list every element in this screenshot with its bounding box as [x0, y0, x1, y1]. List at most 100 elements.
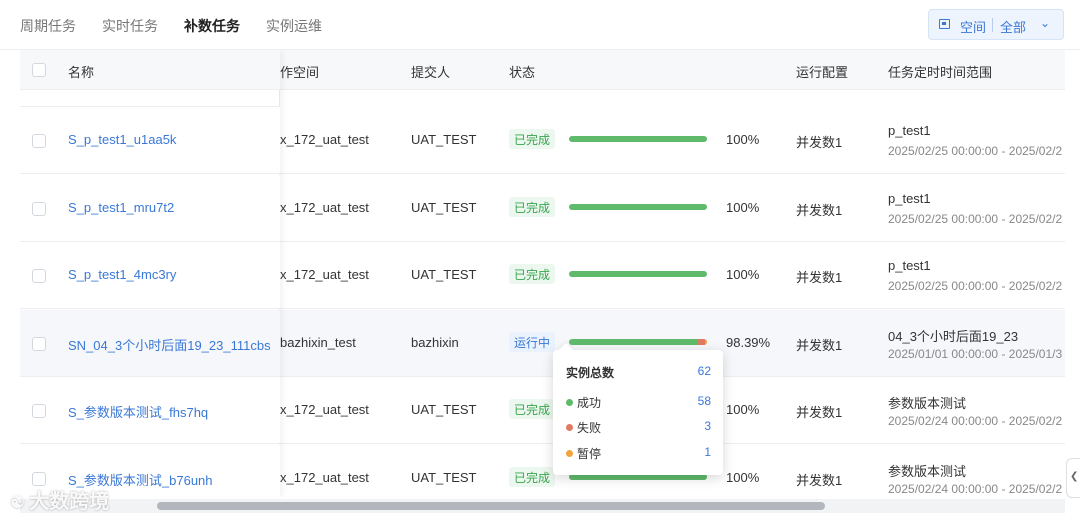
tooltip-paused-label: 暂停: [577, 447, 602, 461]
col-status: 状态: [509, 65, 536, 80]
side-collapse-handle[interactable]: ❮: [1066, 458, 1080, 498]
tooltip-failed-row: 失败 3: [566, 419, 711, 436]
chevron-left-icon: ❮: [1070, 471, 1079, 482]
paused-dot-icon: [566, 450, 573, 457]
top-tab-bar: 周期任务 实时任务 补数任务 实例运维 空间 全部 ⌄: [0, 0, 1080, 50]
progress-bar[interactable]: [569, 339, 707, 345]
col-submitter: 提交人: [411, 65, 451, 80]
row-run-config: 并发数1: [796, 473, 843, 488]
row-workspace: x_172_uat_test: [280, 267, 369, 282]
progress-fill: [569, 271, 707, 277]
status-badge: 已完成: [509, 197, 556, 217]
row-checkbox[interactable]: [32, 472, 46, 486]
col-schedule-range: 任务定时时间范围: [888, 65, 993, 80]
tooltip-total-row: 实例总数 62: [566, 364, 711, 381]
tooltip-total-value[interactable]: 62: [698, 364, 711, 378]
watermark-text: 大数跨境: [29, 491, 110, 513]
progress-percent: 100%: [726, 402, 760, 417]
row-task-title: p_test1: [888, 123, 931, 138]
status-badge: 已完成: [509, 467, 556, 487]
watermark: ☯ 大数跨境: [10, 485, 109, 514]
row-run-config: 并发数1: [796, 338, 843, 353]
progress-bar[interactable]: [569, 204, 707, 210]
task-name-link[interactable]: S_参数版本测试_fhs7hq: [68, 402, 208, 421]
progress-percent: 100%: [726, 132, 760, 147]
horizontal-scrollbar[interactable]: [20, 499, 1065, 513]
row-checkbox[interactable]: [32, 269, 46, 283]
row-task-title: 04_3个小时后面19_23: [888, 329, 1019, 344]
tooltip-failed-label: 失败: [577, 421, 602, 435]
select-all-checkbox[interactable]: [32, 63, 46, 77]
progress-fill: [569, 339, 699, 345]
row-schedule-range: 2025/02/25 00:00:00 - 2025/02/2: [888, 212, 1063, 226]
task-name-link[interactable]: S_p_test1_mru7t2: [68, 200, 174, 215]
status-badge: 已完成: [509, 264, 556, 284]
fixed-name-column: 名称 S_p_test1_u1aa5k S_p_test1_mru7t2 S_p_t…: [20, 50, 280, 497]
col-name: 名称: [68, 65, 95, 80]
progress-fill: [569, 204, 707, 210]
row-submitter: bazhixin: [411, 335, 459, 350]
row-checkbox[interactable]: [32, 202, 46, 216]
progress-bar[interactable]: [569, 136, 707, 142]
task-name-link[interactable]: SN_04_3个小时后面19_23_111cbs: [68, 335, 271, 354]
row-task-title: 参数版本测试: [888, 464, 967, 479]
tab-backfill[interactable]: 补数任务: [184, 16, 240, 36]
row-run-config: 并发数1: [796, 203, 843, 218]
task-name-link[interactable]: S_p_test1_4mc3ry: [68, 267, 176, 282]
space-filter-select[interactable]: 空间 全部 ⌄: [928, 9, 1064, 40]
row-task-title: 参数版本测试: [888, 396, 967, 411]
row-checkbox[interactable]: [32, 134, 46, 148]
row-schedule-range: 2025/02/25 00:00:00 - 2025/02/2: [888, 144, 1063, 158]
task-name-link[interactable]: S_p_test1_u1aa5k: [68, 132, 176, 147]
progress-failed-segment: [698, 339, 705, 345]
tooltip-success-label: 成功: [577, 396, 602, 410]
row-workspace: x_172_uat_test: [280, 132, 369, 147]
progress-percent: 100%: [726, 470, 760, 485]
status-badge: 运行中: [509, 332, 556, 352]
space-filter-value: 全部: [1000, 20, 1027, 35]
tooltip-failed-value[interactable]: 3: [704, 419, 711, 433]
row-workspace: x_172_uat_test: [280, 200, 369, 215]
workspace-icon: [939, 19, 950, 29]
progress-percent: 98.39%: [726, 335, 771, 350]
tab-realtime[interactable]: 实时任务: [102, 16, 158, 36]
instance-tooltip: 实例总数 62 成功 58 失败 3 暂停 1: [553, 342, 723, 475]
row-schedule-range: 2025/02/25 00:00:00 - 2025/02/2: [888, 279, 1063, 293]
row-submitter: UAT_TEST: [411, 402, 477, 417]
tab-instance-ops[interactable]: 实例运维: [266, 16, 322, 36]
status-badge: 已完成: [509, 399, 556, 419]
progress-bar[interactable]: [569, 271, 707, 277]
scrollbar-thumb[interactable]: [157, 502, 825, 510]
row-task-title: p_test1: [888, 258, 931, 273]
tooltip-paused-value[interactable]: 1: [704, 445, 711, 459]
progress-fill: [569, 136, 707, 142]
logo-icon: ☯: [10, 493, 26, 512]
tooltip-title: 实例总数: [566, 366, 615, 380]
fixed-row: S_p_test1_u1aa5k: [20, 107, 280, 174]
row-run-config: 并发数1: [796, 405, 843, 420]
tab-periodic[interactable]: 周期任务: [20, 16, 76, 36]
tooltip-paused-row: 暂停 1: [566, 445, 711, 462]
row-checkbox[interactable]: [32, 404, 46, 418]
row-workspace: x_172_uat_test: [280, 470, 369, 485]
row-schedule-range: 2025/01/01 00:00:00 - 2025/01/3: [888, 347, 1063, 361]
row-workspace: x_172_uat_test: [280, 402, 369, 417]
fixed-row: SN_04_3个小时后面19_23_111cbs: [20, 310, 280, 377]
row-schedule-range: 2025/02/24 00:00:00 - 2025/02/2: [888, 414, 1063, 428]
tooltip-success-row: 成功 58: [566, 394, 711, 411]
progress-percent: 100%: [726, 200, 760, 215]
row-submitter: UAT_TEST: [411, 132, 477, 147]
failed-dot-icon: [566, 424, 573, 431]
row-task-title: p_test1: [888, 191, 931, 206]
status-badge: 已完成: [509, 129, 556, 149]
row-checkbox[interactable]: [32, 337, 46, 351]
fixed-row: S_p_test1_mru7t2: [20, 175, 280, 242]
task-table: 作空间 提交人 状态 运行配置 任务定时时间范围 x_172_uat_test U…: [20, 50, 1065, 497]
fixed-row: S_p_test1_4mc3ry: [20, 242, 280, 309]
col-workspace: 作空间: [280, 65, 320, 80]
space-filter-label: 空间: [960, 20, 987, 35]
progress-paused-segment: [704, 339, 707, 345]
row-submitter: UAT_TEST: [411, 267, 477, 282]
col-run-config[interactable]: 运行配置: [796, 62, 848, 81]
tooltip-success-value[interactable]: 58: [698, 394, 711, 408]
